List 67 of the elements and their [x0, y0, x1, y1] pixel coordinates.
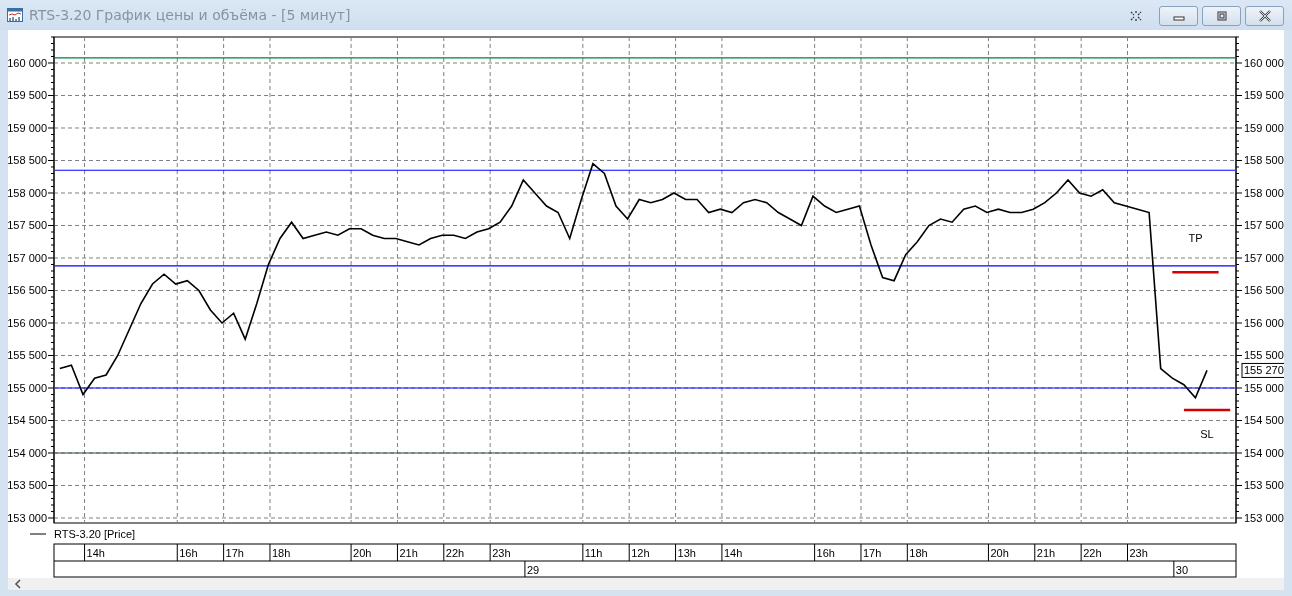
- axis-label: 153 500: [1244, 479, 1284, 492]
- date-label: 30: [1175, 564, 1189, 576]
- time-label: 17h: [862, 547, 882, 559]
- axis-label: 156 000: [1244, 317, 1284, 329]
- axis-label: 156 000: [8, 317, 47, 329]
- time-label: 13h: [677, 547, 696, 559]
- axis-label: 157 500: [1244, 219, 1284, 232]
- axis-label: 154 000: [1244, 447, 1284, 459]
- close-button[interactable]: [1245, 6, 1284, 26]
- time-label: 20h: [990, 547, 1009, 559]
- axis-label: 157 000: [1244, 252, 1284, 264]
- window-title: RTS-3.20 График цены и объёма - [5 минут]: [29, 7, 351, 23]
- axis-label: 159 000: [8, 122, 47, 134]
- axis-label: 155 000: [8, 382, 47, 394]
- axis-label: 160 000: [8, 57, 47, 69]
- legend-label: RTS-3.20 [Price]: [54, 528, 136, 540]
- axis-label: 159 000: [1244, 122, 1284, 134]
- axis-label: 157 500: [8, 219, 47, 232]
- time-label: 14h: [86, 547, 105, 559]
- time-label: 23h: [1129, 547, 1148, 559]
- axis-label: 154 500: [1244, 414, 1284, 427]
- chart-window-icon: [7, 8, 23, 22]
- axis-label: 158 500: [8, 154, 47, 167]
- axis-label: 158 000: [1244, 187, 1284, 199]
- axis-label: 154 000: [8, 447, 47, 459]
- axis-label: 159 500: [1244, 89, 1284, 102]
- time-label: 17h: [225, 547, 244, 559]
- level-label: SL: [1200, 428, 1214, 441]
- axis-label: 154 500: [8, 414, 47, 427]
- time-label: 21h: [399, 547, 418, 559]
- minimize-button[interactable]: [1159, 6, 1198, 26]
- current-price-tag: 155 270: [1241, 362, 1284, 378]
- axis-label: 155 500: [1244, 349, 1284, 362]
- time-label: 23h: [492, 547, 511, 559]
- scroll-left-icon[interactable]: [14, 579, 22, 589]
- time-label: 22h: [445, 547, 465, 559]
- time-label: 14h: [723, 547, 743, 559]
- time-label: 20h: [353, 547, 372, 559]
- time-label: 21h: [1036, 547, 1056, 559]
- time-label: 22h: [1083, 547, 1102, 559]
- target-line: [1172, 271, 1219, 274]
- horizontal-scrollbar[interactable]: [8, 578, 1284, 590]
- level-label: TP: [1188, 232, 1203, 245]
- axis-label: 156 500: [8, 284, 47, 297]
- axis-label: 156 500: [1244, 284, 1284, 297]
- time-label: 11h: [584, 547, 603, 559]
- axis-label: 158 000: [8, 187, 47, 199]
- axis-label: 159 500: [8, 89, 47, 102]
- axis-label: 157 000: [8, 252, 47, 264]
- restore-icon: [1214, 10, 1229, 22]
- time-label: 16h: [816, 547, 835, 559]
- axis-label: 153 500: [8, 479, 47, 492]
- restore-button[interactable]: [1202, 6, 1241, 26]
- time-label: 18h: [909, 547, 928, 559]
- axis-label: 158 500: [1244, 154, 1284, 167]
- axis-label: 153 000: [8, 512, 47, 524]
- time-label: 12h: [631, 547, 650, 559]
- time-label: 16h: [179, 547, 198, 559]
- axis-label: 155 000: [1244, 382, 1284, 394]
- date-label: 29: [526, 564, 540, 576]
- axis-label: 153 000: [1244, 512, 1284, 524]
- target-line: [1183, 408, 1231, 412]
- dashed-cross-icon: [1128, 10, 1143, 22]
- time-label: 18h: [271, 547, 291, 559]
- axis-label: 160 000: [1244, 57, 1284, 69]
- axis-label: 155 500: [8, 349, 47, 362]
- close-icon: [1257, 10, 1272, 22]
